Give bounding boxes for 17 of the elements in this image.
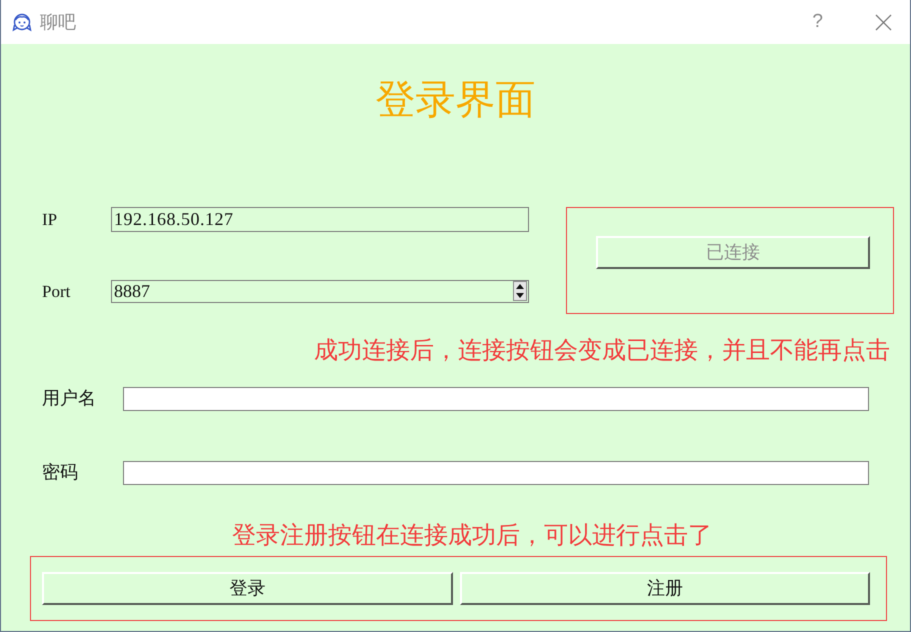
field-label: 密码 xyxy=(42,461,79,484)
field-label: Port xyxy=(42,280,72,302)
login-heading: 登录界面 xyxy=(376,76,536,124)
port-field[interactable]: 8887 xyxy=(111,280,529,303)
close-icon[interactable] xyxy=(875,14,892,30)
password-field[interactable] xyxy=(123,460,869,484)
field-label: 用户名 xyxy=(42,387,97,410)
annotation-text: 成功连接后，连接按钮会变成已连接，并且不能再点击 xyxy=(314,337,890,365)
login-button[interactable]: 登录 xyxy=(42,572,453,605)
window-title: 聊吧 xyxy=(40,10,76,34)
register-button[interactable]: 注册 xyxy=(460,572,870,605)
cartoon-face-icon xyxy=(12,12,32,32)
annotation-text: 登录注册按钮在连接成功后，可以进行点击了 xyxy=(232,522,712,550)
username-field[interactable] xyxy=(123,386,869,410)
ip-field[interactable]: 192.168.50.127 xyxy=(111,207,529,232)
field-label: IP xyxy=(42,209,58,231)
spinner-arrows-icon[interactable] xyxy=(513,281,527,302)
